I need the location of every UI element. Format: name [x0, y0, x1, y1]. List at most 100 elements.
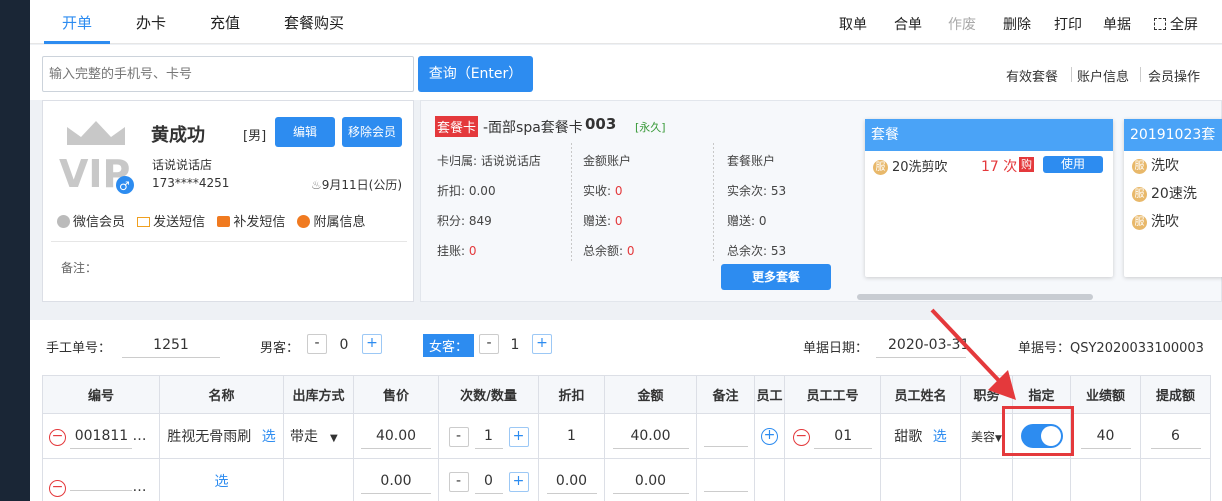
- package-item-name: 20速洗: [1151, 186, 1197, 202]
- resend-sms-link[interactable]: 补发短信: [217, 215, 285, 230]
- member-ops-link[interactable]: 会员操作: [1148, 66, 1200, 85]
- item-name: 胜视无骨雨刷: [167, 429, 252, 445]
- remove-row-icon[interactable]: −: [49, 480, 66, 497]
- commission-input[interactable]: 6: [1150, 423, 1201, 449]
- edit-button[interactable]: 编辑: [275, 117, 335, 147]
- query-button[interactable]: 查询（Enter）: [418, 56, 533, 92]
- performance-input[interactable]: 40: [1080, 423, 1131, 449]
- qty-plus-button[interactable]: +: [508, 427, 529, 447]
- merge-order-button[interactable]: 合单: [894, 14, 922, 34]
- out-method-cell[interactable]: [283, 458, 354, 501]
- received-value: 0: [614, 184, 623, 198]
- divider: [1140, 67, 1141, 82]
- out-method-cell[interactable]: 带走 ▼: [283, 413, 354, 459]
- performance-cell: [1070, 458, 1141, 501]
- table-row: − … 选 0.00 -0 + 0.00 0.00: [42, 458, 1211, 501]
- price-cell: 40.00: [353, 413, 439, 459]
- code-cell: − 001811…: [42, 413, 160, 459]
- add-employee-icon[interactable]: +: [761, 428, 778, 445]
- manual-no-input[interactable]: 1251: [122, 332, 220, 358]
- discount-cell: 0.00: [538, 458, 605, 501]
- qty-input[interactable]: 1: [474, 423, 503, 449]
- card-type-tag: 套餐卡: [435, 116, 479, 137]
- package-account-title: 套餐账户: [727, 154, 776, 168]
- column-header: 备注: [696, 375, 755, 414]
- qty-input[interactable]: 0: [474, 468, 503, 494]
- amount-received: 实收: 0: [583, 182, 623, 199]
- chat-icon: [217, 216, 231, 227]
- package-card-header: 20191023套: [1124, 119, 1222, 151]
- female-count[interactable]: 1: [507, 337, 523, 353]
- amount-input[interactable]: 0.00: [612, 468, 689, 494]
- remove-member-button[interactable]: 移除会员: [342, 117, 402, 147]
- code-input[interactable]: [70, 465, 133, 491]
- extra-info-link[interactable]: 附属信息: [297, 215, 365, 230]
- male-count[interactable]: 0: [336, 337, 352, 353]
- op-label: 微信会员: [73, 215, 126, 230]
- amount-input[interactable]: 40.00: [612, 423, 689, 449]
- package-card[interactable]: 套餐 服 20洗剪吹 17 次 购 使用: [865, 119, 1113, 277]
- remove-employee-icon[interactable]: −: [792, 429, 810, 446]
- assign-cell: [1012, 458, 1071, 501]
- remove-row-icon[interactable]: −: [49, 429, 66, 446]
- select-employee-link[interactable]: 选: [933, 429, 947, 445]
- more-packages-button[interactable]: 更多套餐: [721, 264, 831, 290]
- note-input[interactable]: [703, 421, 748, 447]
- member-store: 话说说话店: [152, 158, 213, 172]
- female-plus-button[interactable]: +: [532, 334, 552, 354]
- select-item-link[interactable]: 选: [262, 429, 276, 445]
- male-plus-button[interactable]: +: [362, 334, 382, 354]
- column-header: 折扣: [538, 375, 605, 414]
- package-card[interactable]: 20191023套 服洗吹 服 20速洗 服洗吹: [1124, 119, 1222, 277]
- account-info-link[interactable]: 账户信息: [1077, 66, 1129, 85]
- send-sms-link[interactable]: 发送短信: [137, 215, 205, 230]
- dropdown-arrow-icon: ▼: [330, 433, 338, 444]
- code-input[interactable]: 001811: [70, 423, 133, 449]
- discount-input[interactable]: 0.00: [546, 468, 597, 494]
- tab-banka[interactable]: 办卡: [136, 12, 166, 33]
- card-discount: 折扣: 0.00: [437, 184, 496, 198]
- employee-no-cell: − 01: [784, 413, 881, 459]
- manual-no-label: 手工单号：: [46, 341, 112, 356]
- qty-minus-button[interactable]: -: [448, 472, 469, 492]
- receipt-button[interactable]: 单据: [1103, 14, 1131, 34]
- package-item-name: 洗吹: [1151, 158, 1179, 174]
- valid-package-link[interactable]: 有效套餐: [1006, 66, 1058, 85]
- qty-plus-button[interactable]: +: [508, 472, 529, 492]
- employee-no-input[interactable]: 01: [814, 423, 873, 449]
- more-dots[interactable]: …: [132, 428, 146, 444]
- amount-total: 总余额: 0: [583, 242, 635, 259]
- tab-kaidan[interactable]: 开单: [62, 12, 92, 33]
- gift-label: 赠送:: [583, 214, 615, 228]
- tab-package-buy[interactable]: 套餐购买: [284, 12, 344, 33]
- gift-value: 0: [614, 214, 623, 228]
- column-header: 出库方式: [283, 375, 354, 414]
- package-item: 服洗吹: [1132, 155, 1222, 175]
- void-button[interactable]: 作废: [948, 14, 976, 34]
- delete-button[interactable]: 删除: [1003, 14, 1031, 34]
- take-order-button[interactable]: 取单: [839, 14, 867, 34]
- qty-minus-button[interactable]: -: [448, 427, 469, 447]
- discount-value[interactable]: 1: [567, 428, 576, 444]
- price-input[interactable]: 40.00: [361, 423, 431, 449]
- wechat-member-link[interactable]: 微信会员: [57, 215, 125, 230]
- bill-date-label: 单据日期：: [803, 341, 869, 356]
- male-minus-button[interactable]: -: [307, 334, 327, 354]
- note-input[interactable]: [703, 466, 748, 492]
- use-button[interactable]: 使用: [1043, 156, 1103, 173]
- search-row: 查询（Enter） 有效套餐 账户信息 会员操作: [30, 45, 1222, 100]
- female-guest-label: 女客：: [423, 334, 475, 357]
- fullscreen-button[interactable]: 全屏: [1154, 14, 1198, 34]
- package-item: 服 20洗剪吹 17 次 购 使用: [865, 151, 1113, 179]
- female-minus-button[interactable]: -: [479, 334, 499, 354]
- search-input[interactable]: [42, 56, 414, 92]
- print-button[interactable]: 打印: [1054, 14, 1082, 34]
- job-value: 美容: [971, 429, 996, 444]
- tab-chongzhi[interactable]: 充值: [210, 12, 240, 33]
- select-item-link[interactable]: 选: [215, 474, 229, 490]
- more-dots[interactable]: …: [132, 479, 146, 495]
- note-cell: [696, 413, 755, 459]
- price-input[interactable]: 0.00: [361, 468, 431, 494]
- amount-account-title: 金额账户: [583, 154, 632, 168]
- buy-tag: 购: [1019, 157, 1034, 172]
